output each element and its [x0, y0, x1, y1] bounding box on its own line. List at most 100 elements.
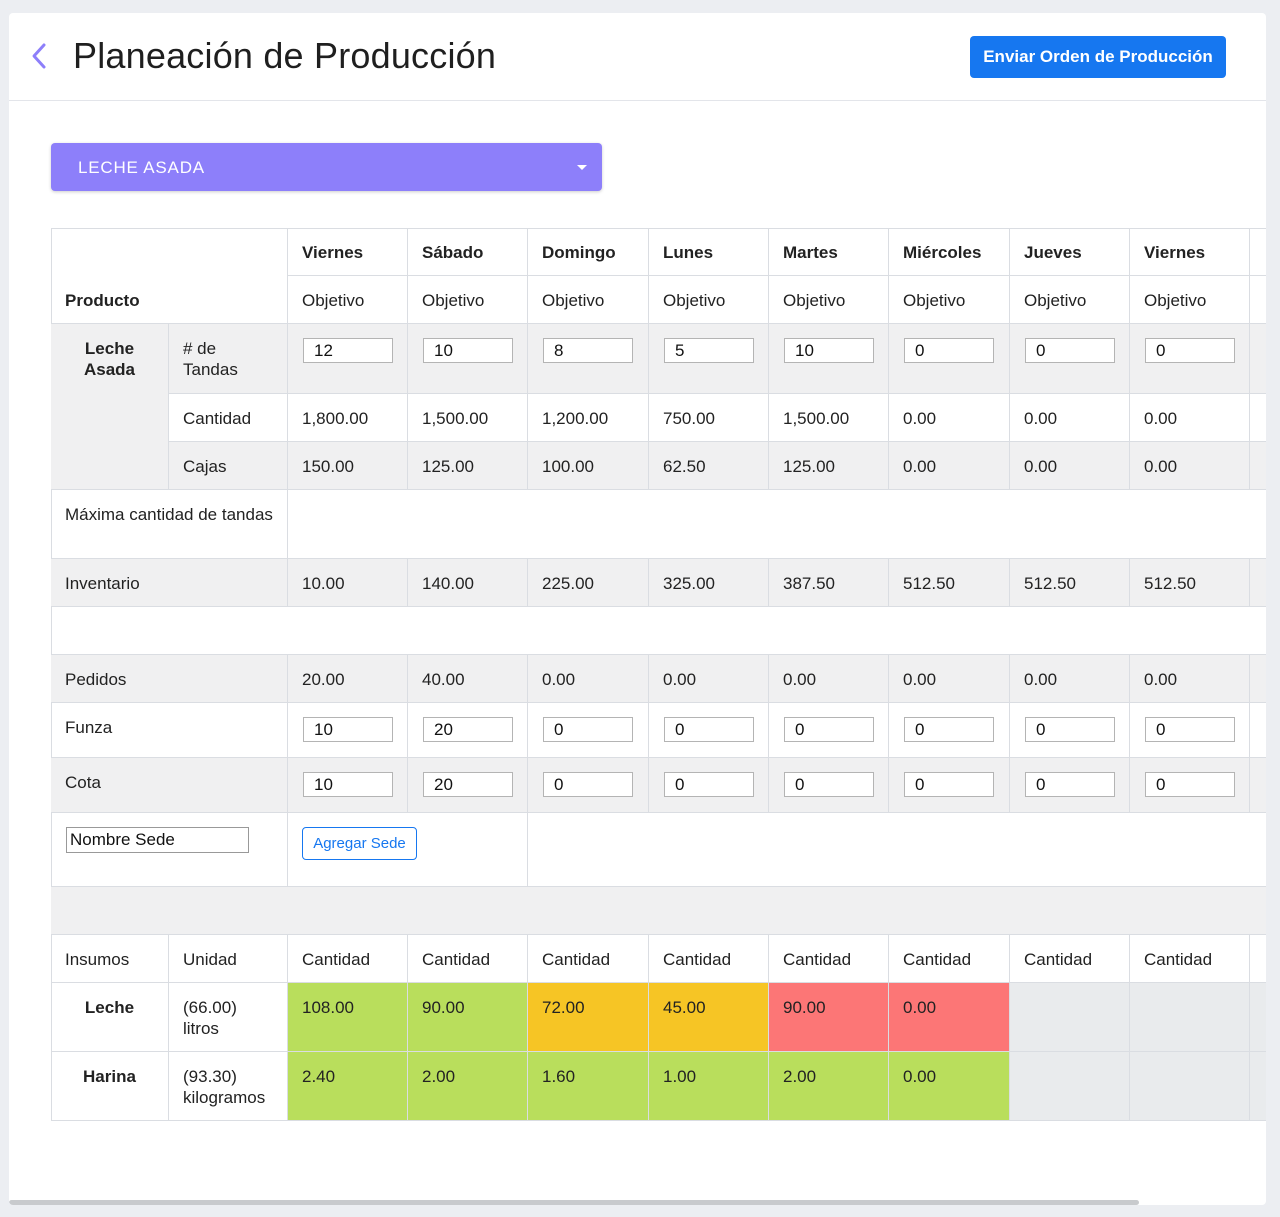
- page-title: Planeación de Producción: [73, 35, 497, 76]
- cajas-value: 125.00: [408, 442, 528, 490]
- cajas-value: 0.00: [889, 442, 1010, 490]
- insumo-value: 2.00: [769, 1052, 889, 1121]
- inventario-value: 10.00: [288, 559, 408, 607]
- insumo-value: [1130, 1052, 1250, 1121]
- insumo-value: [1010, 1052, 1130, 1121]
- chevron-left-icon[interactable]: [29, 41, 49, 71]
- tandas-input[interactable]: [543, 338, 633, 363]
- inventario-value: 387.50: [769, 559, 889, 607]
- sede-input[interactable]: [543, 772, 633, 797]
- cantidad-header: Cantidad: [288, 935, 408, 983]
- inventario-value: 325.00: [649, 559, 769, 607]
- inventario-value: 512.50: [1130, 559, 1250, 607]
- overflow-cell: [1250, 276, 1266, 324]
- sede-label: Cota: [51, 758, 288, 813]
- day-header: Sábado: [408, 228, 528, 276]
- insumo-value: [1010, 983, 1130, 1052]
- sede-input[interactable]: [543, 717, 633, 742]
- objective-label: Objetivo: [889, 276, 1010, 324]
- max-tandas-value: [288, 490, 1266, 559]
- cajas-label: Cajas: [169, 442, 288, 490]
- day-header: Viernes: [1130, 228, 1250, 276]
- sede-input[interactable]: [303, 772, 393, 797]
- cantidad-value: 1,800.00: [288, 394, 408, 442]
- cantidad-header: Cantidad: [528, 935, 649, 983]
- sede-input[interactable]: [664, 717, 754, 742]
- tandas-input[interactable]: [1025, 338, 1115, 363]
- planning-card: Planeación de Producción Enviar Orden de…: [9, 13, 1266, 1205]
- day-header: Miércoles: [889, 228, 1010, 276]
- overflow-cell: [1250, 559, 1266, 607]
- day-header: Viernes: [288, 228, 408, 276]
- sede-input[interactable]: [784, 717, 874, 742]
- cajas-value: 100.00: [528, 442, 649, 490]
- cantidad-value: 0.00: [1010, 394, 1130, 442]
- insumo-value: 90.00: [408, 983, 528, 1052]
- product-header: Producto: [51, 228, 288, 324]
- pedidos-value: 0.00: [769, 655, 889, 703]
- inventario-value: 225.00: [528, 559, 649, 607]
- cantidad-header: Cantidad: [408, 935, 528, 983]
- sede-input[interactable]: [1145, 717, 1235, 742]
- pedidos-value: 40.00: [408, 655, 528, 703]
- sede-input[interactable]: [664, 772, 754, 797]
- cantidad-value: 1,500.00: [769, 394, 889, 442]
- insumo-value: 72.00: [528, 983, 649, 1052]
- insumo-name: Leche: [51, 983, 169, 1052]
- objective-label: Objetivo: [649, 276, 769, 324]
- insumo-value: 90.00: [769, 983, 889, 1052]
- inventario-value: 512.50: [889, 559, 1010, 607]
- sede-name-input[interactable]: [66, 827, 249, 853]
- cajas-value: 62.50: [649, 442, 769, 490]
- product-select[interactable]: LECHE ASADA: [51, 143, 602, 191]
- overflow-cell: [1250, 983, 1266, 1052]
- day-header: Lunes: [649, 228, 769, 276]
- sede-input[interactable]: [303, 717, 393, 742]
- sede-label: Funza: [51, 703, 288, 758]
- production-table: Producto Viernes Objetivo Sábado Objetivo Dom…: [51, 228, 1266, 1124]
- insumo-value: 0.00: [889, 1052, 1010, 1121]
- spacer-row: [51, 607, 1266, 655]
- tandas-input[interactable]: [904, 338, 994, 363]
- pedidos-value: 0.00: [1130, 655, 1250, 703]
- sede-input[interactable]: [1145, 772, 1235, 797]
- pedidos-label: Pedidos: [51, 655, 288, 703]
- spacer-row: [51, 887, 1266, 935]
- max-tandas-label: Máxima cantidad de tandas: [51, 490, 288, 559]
- cantidad-header: Cantidad: [649, 935, 769, 983]
- product-name: Leche Asada: [51, 324, 169, 490]
- insumos-header: Insumos: [51, 935, 169, 983]
- tandas-input[interactable]: [303, 338, 393, 363]
- insumo-value: 108.00: [288, 983, 408, 1052]
- insumo-value: 0.00: [889, 983, 1010, 1052]
- objective-label: Objetivo: [288, 276, 408, 324]
- unidad-header: Unidad: [169, 935, 288, 983]
- tandas-input[interactable]: [423, 338, 513, 363]
- sede-input[interactable]: [904, 772, 994, 797]
- tandas-label: # de Tandas: [169, 324, 288, 394]
- insumo-value: 2.40: [288, 1052, 408, 1121]
- tandas-input[interactable]: [664, 338, 754, 363]
- overflow-cell: [1250, 758, 1266, 813]
- sede-input[interactable]: [423, 717, 513, 742]
- overflow-cell: [1250, 655, 1266, 703]
- horizontal-scrollbar[interactable]: [9, 1200, 1139, 1205]
- sede-input[interactable]: [904, 717, 994, 742]
- insumo-unit: (66.00) litros: [169, 983, 288, 1052]
- overflow-cell: [1250, 394, 1266, 442]
- tandas-input[interactable]: [784, 338, 874, 363]
- tandas-input[interactable]: [1145, 338, 1235, 363]
- page-header: Planeación de Producción Enviar Orden de…: [9, 13, 1266, 101]
- sede-input[interactable]: [784, 772, 874, 797]
- sede-input[interactable]: [1025, 717, 1115, 742]
- cajas-value: 0.00: [1130, 442, 1250, 490]
- objective-label: Objetivo: [769, 276, 889, 324]
- sede-input[interactable]: [1025, 772, 1115, 797]
- cantidad-value: 750.00: [649, 394, 769, 442]
- pedidos-value: 20.00: [288, 655, 408, 703]
- send-order-button[interactable]: Enviar Orden de Producción: [970, 36, 1226, 78]
- overflow-cell: [1250, 324, 1266, 394]
- add-sede-button[interactable]: Agregar Sede: [302, 827, 417, 860]
- sede-input[interactable]: [423, 772, 513, 797]
- overflow-cell: [1250, 703, 1266, 758]
